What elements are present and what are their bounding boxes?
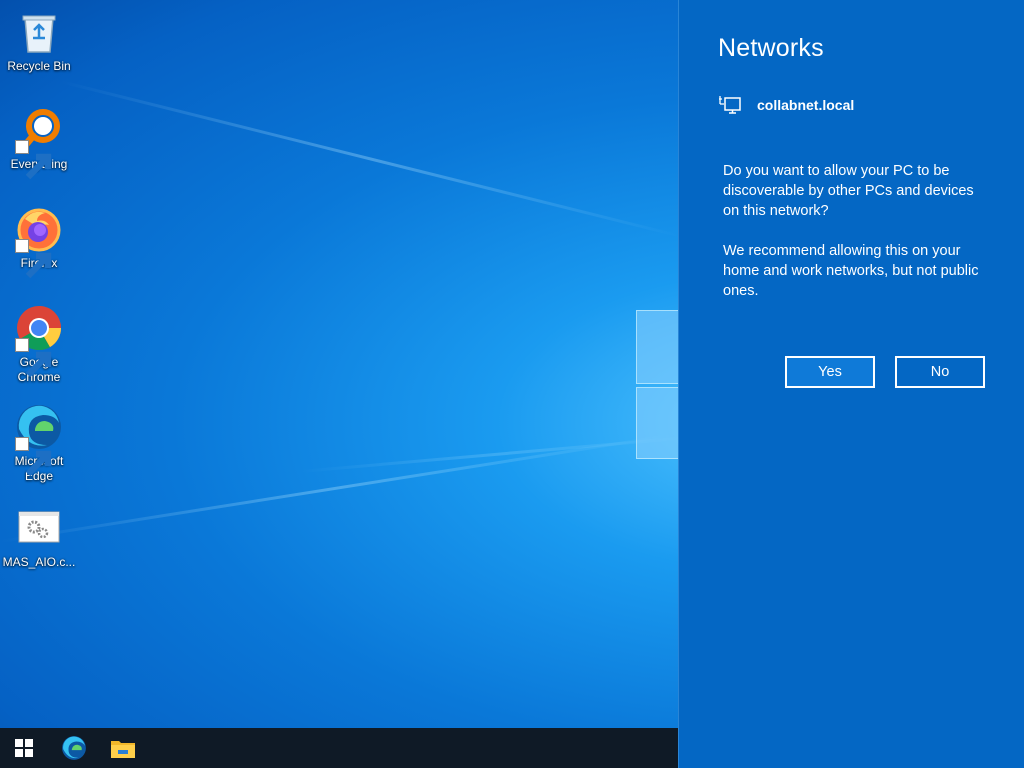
recommendation-text: We recommend allowing this on your home … <box>723 243 979 299</box>
file-explorer-icon <box>111 741 135 758</box>
chrome-icon <box>15 304 63 378</box>
network-row: collabnet.local <box>719 95 854 115</box>
taskbar <box>0 728 678 768</box>
start-button[interactable] <box>0 728 48 768</box>
discoverable-question: Do you want to allow your PC to be disco… <box>723 163 974 219</box>
shortcut-arrow-icon <box>15 140 52 180</box>
windows-start-icon <box>15 739 33 757</box>
desktop-icon-recycle-bin[interactable]: Recycle Bin <box>1 8 77 74</box>
desktop-icon-mas-aio[interactable]: MAS_AIO.c... <box>1 504 77 570</box>
firefox-icon <box>15 205 63 279</box>
networks-flyout: Networks collabnet.local Do you want to … <box>678 0 1024 768</box>
desktop-icon-firefox[interactable]: Firefox <box>1 205 77 279</box>
desktop-icon-microsoft-edge[interactable]: Microsoft Edge <box>1 403 77 484</box>
flyout-title: Networks <box>718 34 824 62</box>
edge-icon <box>62 736 86 760</box>
yes-button[interactable]: Yes <box>785 356 875 388</box>
desktop-icon-label: MAS_AIO.c... <box>2 555 76 569</box>
desktop-icon-google-chrome[interactable]: Google Chrome <box>1 304 77 385</box>
taskbar-edge-button[interactable] <box>50 728 98 768</box>
wired-network-icon <box>719 96 741 114</box>
shortcut-arrow-icon <box>15 338 52 378</box>
no-button[interactable]: No <box>895 356 985 388</box>
shortcut-arrow-icon <box>15 437 52 477</box>
script-file-icon <box>15 504 63 552</box>
desktop-icon-everything[interactable]: Everything <box>1 106 77 180</box>
edge-icon <box>15 403 63 477</box>
desktop-icon-label: Recycle Bin <box>7 59 71 73</box>
recycle-bin-icon <box>15 8 63 56</box>
everything-search-icon <box>15 106 63 180</box>
taskbar-file-explorer-button[interactable] <box>99 728 147 768</box>
network-name: collabnet.local <box>757 97 855 113</box>
shortcut-arrow-icon <box>15 239 52 279</box>
